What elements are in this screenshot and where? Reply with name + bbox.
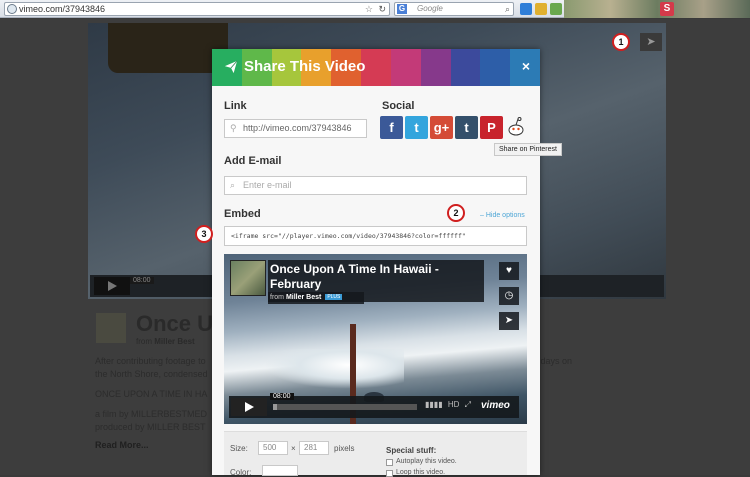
plus-badge: PLUS — [325, 294, 343, 300]
player-icons: ▮▮▮▮ HD ⤢ — [425, 400, 471, 410]
embed-preview-player[interactable]: Once Upon A Time In Hawaii - February fr… — [224, 254, 527, 424]
social-buttons: f t g+ t P — [380, 116, 525, 139]
link-value: http://vimeo.com/37943846 — [243, 123, 352, 133]
height-input[interactable]: 281 — [299, 441, 329, 455]
social-label: Social — [382, 100, 415, 112]
marker-2: 2 — [447, 204, 465, 222]
bookmark-star-icon[interactable]: ☆ — [365, 3, 373, 15]
tumblr-icon[interactable]: t — [455, 116, 478, 139]
facebook-icon[interactable]: f — [380, 116, 403, 139]
header-stripe — [450, 49, 481, 86]
background-from-label: from — [136, 337, 152, 346]
fullscreen-icon[interactable]: ⤢ — [465, 400, 471, 409]
preview-title[interactable]: Once Upon A Time In Hawaii - February — [270, 262, 480, 292]
search-icon: ⌕ — [230, 180, 236, 190]
share-plane-icon[interactable]: ➤ — [640, 33, 662, 51]
background-from-line: from Miller Best — [136, 337, 195, 346]
volume-icon[interactable]: ▮▮▮▮ — [425, 400, 443, 409]
background-paragraph-1: After contributing footage to — [95, 356, 206, 366]
marker-3: 3 — [195, 225, 213, 243]
preview-from-label: from — [270, 294, 284, 301]
preview-time: 08:00 — [270, 393, 294, 400]
share-plane-icon[interactable]: ➤ — [499, 312, 519, 330]
width-input[interactable]: 500 — [258, 441, 288, 455]
toolbar-theme-image — [564, 0, 750, 18]
heart-icon[interactable]: ♥ — [499, 262, 519, 280]
email-label: Add E-mail — [224, 155, 282, 167]
address-text: vimeo.com/37943846 — [19, 4, 106, 14]
browser-toolbar: vimeo.com/37943846 ☆ ↻ G Google ⌕ S — [0, 0, 750, 18]
marker-1: 1 — [612, 33, 630, 51]
reddit-icon[interactable] — [507, 116, 525, 138]
header-stripe — [480, 49, 511, 86]
email-input[interactable]: ⌕ Enter e-mail — [224, 176, 527, 195]
play-button[interactable] — [231, 398, 267, 416]
embed-label: Embed — [224, 208, 261, 220]
search-bar[interactable]: G Google ⌕ — [394, 2, 514, 16]
preview-author-thumbnail[interactable] — [230, 260, 266, 296]
autoplay-label: Autoplay this video. — [396, 458, 457, 465]
background-video-title: Once U — [136, 311, 214, 336]
header-stripe — [361, 49, 391, 86]
pinterest-icon[interactable]: P — [480, 116, 503, 139]
wave-splash — [264, 349, 404, 389]
share-modal: Share This Video × Link ⚲ http://vimeo.c… — [212, 49, 562, 477]
embed-settings: Size: 500 × 281 pixels Color: Special st… — [224, 431, 527, 477]
hide-options-link[interactable]: – Hide options — [480, 212, 525, 219]
special-stuff-label: Special stuff: — [386, 446, 437, 455]
autoplay-checkbox[interactable] — [386, 459, 393, 466]
addon-icon[interactable] — [550, 3, 562, 15]
color-label: Color: — [230, 468, 252, 477]
link-field[interactable]: ⚲ http://vimeo.com/37943846 — [224, 119, 367, 138]
addon-s-icon[interactable]: S — [660, 2, 674, 16]
background-author: Miller Best — [154, 337, 195, 346]
size-label: Size: — [230, 444, 248, 453]
search-placeholder: Google — [417, 4, 443, 13]
modal-title-text: Share This Video — [244, 58, 366, 75]
link-label: Link — [224, 100, 247, 112]
video-overlay-box — [108, 23, 228, 73]
background-play-icon — [94, 277, 130, 295]
color-input[interactable] — [262, 465, 298, 476]
address-bar[interactable]: vimeo.com/37943846 ☆ ↻ — [4, 2, 390, 16]
preview-author[interactable]: Miller Best — [286, 294, 321, 301]
email-placeholder: Enter e-mail — [243, 180, 292, 190]
progress-bar[interactable] — [273, 404, 417, 410]
header-stripe — [390, 49, 421, 86]
progress-fill — [273, 404, 278, 410]
link-icon: ⚲ — [230, 123, 237, 133]
close-button[interactable]: × — [522, 58, 530, 74]
google-plus-icon[interactable]: g+ — [430, 116, 453, 139]
toolbar-icons — [520, 2, 562, 16]
search-icon[interactable]: ⌕ — [505, 3, 510, 15]
times-sign: × — [291, 444, 296, 453]
embed-code-field[interactable]: <iframe src="//player.vimeo.com/video/37… — [224, 226, 527, 246]
modal-title: Share This Video — [224, 58, 365, 75]
reload-icon[interactable]: ↻ — [378, 3, 386, 15]
pinterest-tooltip: Share on Pinterest — [494, 143, 562, 156]
loop-checkbox[interactable] — [386, 470, 393, 477]
author-avatar — [96, 313, 126, 343]
preview-from-line: from Miller Best PLUS — [270, 294, 343, 301]
bookmarks-icon[interactable] — [535, 3, 547, 15]
pixels-label: pixels — [334, 444, 355, 453]
clock-icon[interactable]: ◷ — [499, 287, 519, 305]
globe-icon — [7, 4, 17, 14]
paper-plane-icon — [224, 60, 238, 73]
download-icon[interactable] — [520, 3, 532, 15]
twitter-icon[interactable]: t — [405, 116, 428, 139]
google-icon[interactable]: G — [397, 4, 407, 14]
header-stripe — [420, 49, 451, 86]
vimeo-logo[interactable]: vimeo — [481, 400, 510, 411]
hd-icon[interactable]: HD — [448, 400, 460, 409]
read-more-link[interactable]: Read More... — [95, 440, 149, 450]
